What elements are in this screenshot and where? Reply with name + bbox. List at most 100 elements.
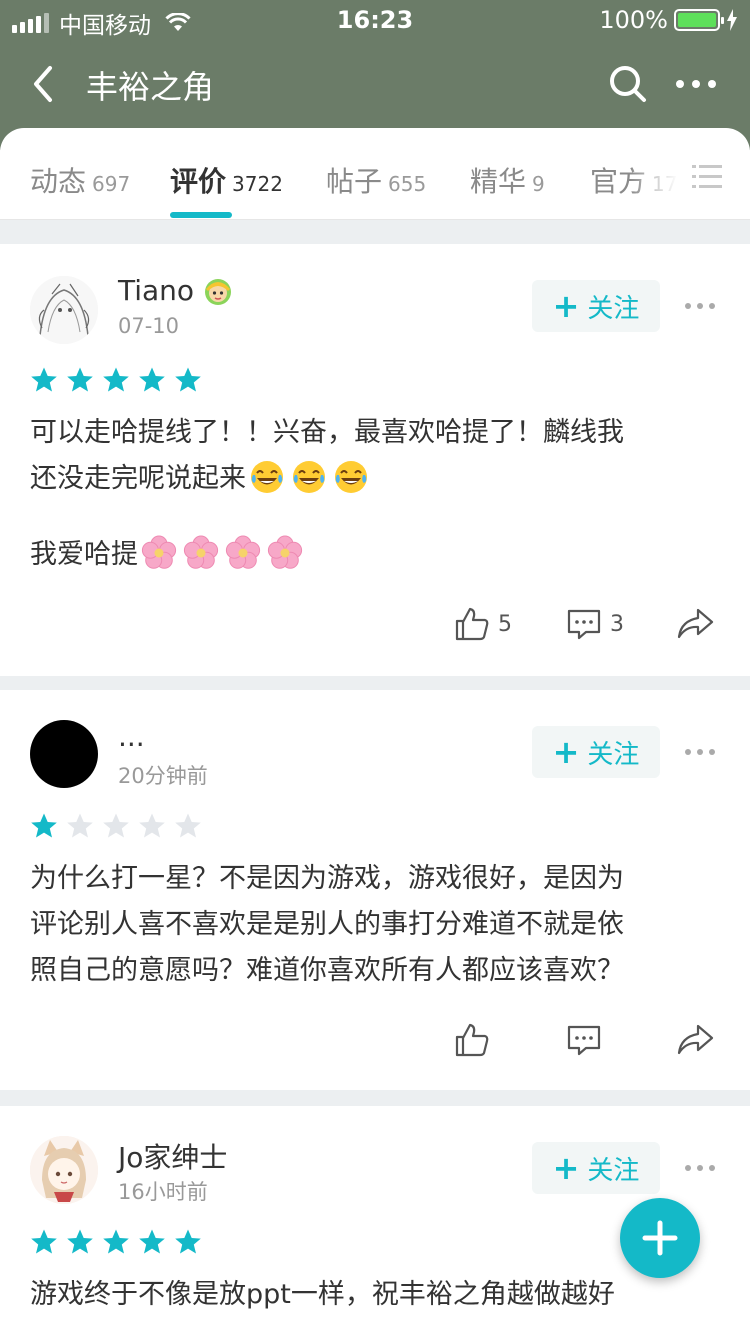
list-icon xyxy=(692,165,722,188)
review-text-line: 可以走哈提线了！！兴奋，最喜欢哈提了！麟线我 xyxy=(30,417,624,448)
review-time: 07-10 xyxy=(118,314,180,338)
search-button[interactable] xyxy=(606,62,650,106)
avatar[interactable] xyxy=(30,1136,98,1204)
review-text-line: 游戏终于不像是放ppt一样，祝丰裕之角越做越好 xyxy=(30,1279,615,1310)
tab-posts[interactable]: 帖子 655 xyxy=(326,160,426,200)
comment-icon xyxy=(567,1025,601,1056)
review-actions xyxy=(0,1022,750,1066)
create-post-button[interactable] xyxy=(620,1198,700,1278)
star-filled-icon xyxy=(175,1229,201,1254)
charging-icon xyxy=(727,9,737,31)
review-text-line: 还没走完呢说起来 xyxy=(30,456,720,502)
tab-count: 9 xyxy=(532,172,545,196)
star-filled-icon xyxy=(103,367,129,392)
star-rating xyxy=(30,812,202,840)
review-card[interactable]: Tiano 07-10 + 关注 可以走哈提线了！！兴奋，最喜欢哈提了！麟线我 … xyxy=(0,244,750,676)
tab-count: 655 xyxy=(388,172,427,196)
review-text-line: 我爱哈提 xyxy=(30,532,720,578)
flower-emoji-icon xyxy=(264,535,306,570)
star-rating xyxy=(30,366,202,394)
share-icon xyxy=(677,1024,714,1055)
comment-icon xyxy=(567,609,601,640)
star-filled-icon xyxy=(31,367,57,392)
star-filled-icon xyxy=(67,1229,93,1254)
battery-icon xyxy=(674,9,724,31)
review-text: 可以走哈提线了！！兴奋，最喜欢哈提了！麟线我 还没走完呢说起来 我爱哈提 xyxy=(30,410,720,578)
share-button[interactable] xyxy=(676,606,714,642)
star-filled-icon xyxy=(31,1229,57,1254)
star-empty-icon xyxy=(67,813,93,838)
star-rating xyxy=(30,1228,202,1256)
review-text-line: 照自己的意愿吗？难道你喜欢所有人都应该喜欢？ xyxy=(30,955,624,986)
follow-button[interactable]: + 关注 xyxy=(532,1142,660,1194)
username-row: Jo家绅士 xyxy=(118,1136,227,1176)
laughing-emoji-icon xyxy=(288,461,330,494)
plus-icon xyxy=(642,1220,678,1256)
username-row: Tiano xyxy=(118,274,234,307)
star-filled-icon xyxy=(103,1229,129,1254)
username[interactable]: ... xyxy=(118,720,145,753)
tab-list-button[interactable] xyxy=(690,160,724,194)
back-button[interactable] xyxy=(24,62,64,106)
tab-label: 评价 xyxy=(170,165,227,198)
plus-icon: + xyxy=(552,1149,580,1187)
follow-button[interactable]: + 关注 xyxy=(532,280,660,332)
avatar-image xyxy=(30,276,98,344)
follow-button[interactable]: + 关注 xyxy=(532,726,660,778)
star-filled-icon xyxy=(139,367,165,392)
like-count: 5 xyxy=(498,611,512,637)
thumbs-up-icon xyxy=(455,607,489,641)
comment-button[interactable]: 3 xyxy=(566,606,624,642)
username[interactable]: Jo家绅士 xyxy=(118,1136,227,1176)
tab-reviews[interactable]: 评价 3722 xyxy=(170,160,283,200)
more-options-icon[interactable] xyxy=(684,1158,716,1178)
star-filled-icon xyxy=(175,367,201,392)
review-time: 20分钟前 xyxy=(118,764,208,788)
star-empty-icon xyxy=(103,813,129,838)
comment-button[interactable] xyxy=(566,1022,610,1058)
chevron-left-icon xyxy=(34,66,52,102)
active-tab-indicator xyxy=(170,212,232,218)
more-options-icon[interactable] xyxy=(684,742,716,762)
review-text: 游戏终于不像是放ppt一样，祝丰裕之角越做越好 xyxy=(30,1272,720,1318)
more-button[interactable] xyxy=(674,62,718,106)
tab-count: 697 xyxy=(92,172,131,196)
more-options-icon[interactable] xyxy=(684,296,716,316)
review-text-segment: 我爱哈提 xyxy=(30,539,138,570)
laughing-emoji-icon xyxy=(246,461,288,494)
follow-label: 关注 xyxy=(587,293,640,324)
star-filled-icon xyxy=(31,813,57,838)
star-filled-icon xyxy=(139,1229,165,1254)
username-row: ... xyxy=(118,720,145,753)
tab-label: 帖子 xyxy=(326,165,383,198)
search-icon xyxy=(610,66,646,102)
review-text: 为什么打一星？不是因为游戏，游戏很好，是因为 评论别人喜不喜欢是是别人的事打分难… xyxy=(30,856,720,994)
share-button[interactable] xyxy=(676,1022,714,1058)
tab-count: 3722 xyxy=(232,172,283,196)
avatar[interactable] xyxy=(30,276,98,344)
star-empty-icon xyxy=(139,813,165,838)
plus-icon: + xyxy=(552,733,580,771)
flower-emoji-icon xyxy=(138,535,180,570)
avatar[interactable] xyxy=(30,720,98,788)
comment-count: 3 xyxy=(610,611,624,637)
like-button[interactable]: 5 xyxy=(454,606,512,642)
user-badge-icon xyxy=(205,278,232,305)
status-bar: 中国移动 16:23 100% xyxy=(0,0,750,40)
username[interactable]: Tiano xyxy=(118,274,194,307)
review-card[interactable]: ... 20分钟前 + 关注 为什么打一星？不是因为游戏，游戏很好，是因为 评论… xyxy=(0,690,750,1090)
tab-label: 动态 xyxy=(30,165,87,198)
like-button[interactable] xyxy=(454,1022,498,1058)
thumbs-up-icon xyxy=(455,1023,489,1057)
page-title: 丰裕之角 xyxy=(86,68,215,106)
tab-feed[interactable]: 动态 697 xyxy=(30,160,130,200)
star-empty-icon xyxy=(175,813,201,838)
nav-bar: 丰裕之角 xyxy=(0,48,750,118)
tab-featured[interactable]: 精华 9 xyxy=(470,160,545,200)
battery-percent: 100% xyxy=(599,6,668,34)
review-text-line: 为什么打一星？不是因为游戏，游戏很好，是因为 xyxy=(30,863,624,894)
more-horizontal-icon xyxy=(676,80,716,88)
tab-fade-overlay xyxy=(630,148,690,208)
plus-icon: + xyxy=(552,287,580,325)
laughing-emoji-icon xyxy=(330,461,372,494)
